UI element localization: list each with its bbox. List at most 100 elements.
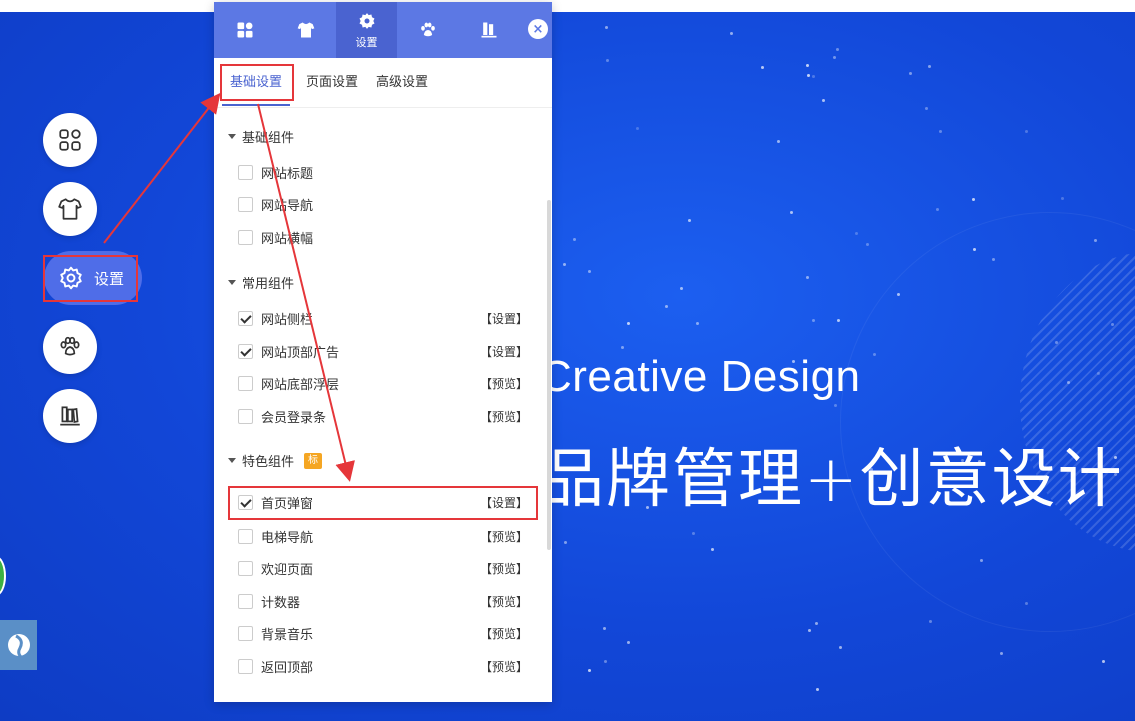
settings-panel: 设置 × 基础设置 页面设置 高级设置 基础组件 网站标题 网站导航 网站横幅 … (214, 2, 552, 702)
star-dot (605, 26, 608, 29)
list-item[interactable]: 计数器 【预览】 (238, 589, 534, 613)
item-label: 背景音乐 (261, 627, 314, 643)
books-icon (60, 406, 80, 426)
item-action-link[interactable]: 【设置】 (480, 310, 528, 327)
star-dot (777, 140, 780, 143)
sub-tab-page[interactable]: 页面设置 (298, 58, 366, 108)
item-label: 网站底部浮层 (261, 377, 340, 393)
checkbox[interactable] (238, 560, 253, 576)
group-title: 常用组件 (242, 277, 295, 292)
star-dot (866, 243, 869, 246)
checkbox-checked[interactable] (238, 343, 253, 359)
list-item[interactable]: 网站导航 (238, 192, 534, 216)
panel-tab-settings[interactable]: 设置 (336, 2, 397, 58)
hero-title-english: Creative Design (540, 352, 861, 401)
paw-icon (60, 336, 80, 356)
highlight-box-settings-nav (43, 255, 138, 302)
star-dot (980, 559, 983, 562)
star-dot (761, 66, 764, 69)
item-action-link[interactable]: 【预览】 (480, 528, 528, 545)
checkbox[interactable] (238, 408, 253, 424)
sub-tab-advanced[interactable]: 高级设置 (368, 58, 436, 108)
side-nav-pets-button[interactable] (43, 320, 97, 374)
item-action-link[interactable]: 【预览】 (480, 408, 528, 425)
star-dot (812, 75, 815, 78)
star-dot (588, 270, 591, 273)
star-dot (603, 627, 606, 630)
item-label: 计数器 (261, 595, 301, 611)
star-dot (815, 622, 818, 625)
star-dot (855, 232, 858, 235)
list-item[interactable]: 欢迎页面 【预览】 (238, 556, 534, 580)
checkbox[interactable] (238, 196, 253, 212)
side-nav-theme-button[interactable] (43, 182, 97, 236)
star-dot (839, 646, 842, 649)
star-dot (939, 130, 942, 133)
item-action-link[interactable]: 【预览】 (480, 593, 528, 610)
checkbox[interactable] (238, 658, 253, 674)
group-header-common[interactable]: 常用组件 (228, 273, 294, 292)
list-item[interactable]: 电梯导航 【预览】 (238, 524, 534, 548)
list-item[interactable]: 网站侧栏 【设置】 (238, 306, 534, 330)
panel-scrollbar[interactable] (547, 200, 551, 550)
checkbox[interactable] (238, 625, 253, 641)
paw-icon (420, 22, 435, 37)
books-icon (481, 22, 496, 38)
star-dot (992, 258, 995, 261)
highlight-box-popup-row (228, 486, 538, 520)
star-dot (564, 541, 567, 544)
star-dot (936, 208, 939, 211)
group-header-featured[interactable]: 特色组件 标 (228, 451, 323, 470)
list-item[interactable]: 网站标题 (238, 160, 534, 184)
star-dot (1025, 130, 1028, 133)
star-dot (1000, 652, 1003, 655)
list-item[interactable]: 背景音乐 【预览】 (238, 621, 534, 645)
checkbox[interactable] (238, 593, 253, 609)
star-dot (604, 660, 607, 663)
item-action-link[interactable]: 【预览】 (480, 560, 528, 577)
item-action-link[interactable]: 【预览】 (480, 625, 528, 642)
item-label: 网站顶部广告 (261, 345, 340, 361)
star-dot (808, 629, 811, 632)
item-label: 网站侧栏 (261, 312, 314, 328)
star-dot (834, 404, 837, 407)
star-dot (833, 56, 836, 59)
star-dot (627, 641, 630, 644)
star-dot (1097, 372, 1100, 375)
panel-tab-pets[interactable] (397, 2, 458, 58)
star-dot (627, 322, 630, 325)
group-title: 特色组件 (242, 455, 295, 470)
side-nav-library-button[interactable] (43, 389, 97, 443)
item-label: 网站标题 (261, 166, 314, 182)
list-item[interactable]: 会员登录条 【预览】 (238, 404, 534, 428)
panel-close-button[interactable]: × (528, 19, 548, 39)
side-nav-grid-button[interactable] (43, 113, 97, 167)
item-action-link[interactable]: 【预览】 (480, 375, 528, 392)
group-header-basic[interactable]: 基础组件 (228, 127, 294, 146)
star-dot (1055, 341, 1058, 344)
list-item[interactable]: 网站顶部广告 【设置】 (238, 339, 534, 363)
star-dot (836, 48, 839, 51)
panel-tab-theme[interactable] (275, 2, 336, 58)
checkbox[interactable] (238, 164, 253, 180)
star-dot (1094, 239, 1097, 242)
brand-logo-badge[interactable] (0, 620, 37, 670)
checkbox[interactable] (238, 375, 253, 391)
item-action-link[interactable]: 【设置】 (480, 343, 528, 360)
star-dot (711, 548, 714, 551)
panel-tab-layout[interactable] (214, 2, 275, 58)
item-action-link[interactable]: 【预览】 (480, 658, 528, 675)
panel-tab-library[interactable] (458, 2, 519, 58)
list-item[interactable]: 网站横幅 (238, 225, 534, 249)
star-dot (928, 65, 931, 68)
checkbox-checked[interactable] (238, 310, 253, 326)
star-dot (897, 293, 900, 296)
gear-icon (359, 12, 374, 29)
list-item[interactable]: 网站底部浮层 【预览】 (238, 371, 534, 395)
star-dot (929, 620, 932, 623)
checkbox[interactable] (238, 229, 253, 245)
checkbox[interactable] (238, 528, 253, 544)
star-dot (909, 72, 912, 75)
caret-down-icon (228, 134, 236, 139)
list-item[interactable]: 返回顶部 【预览】 (238, 654, 534, 678)
